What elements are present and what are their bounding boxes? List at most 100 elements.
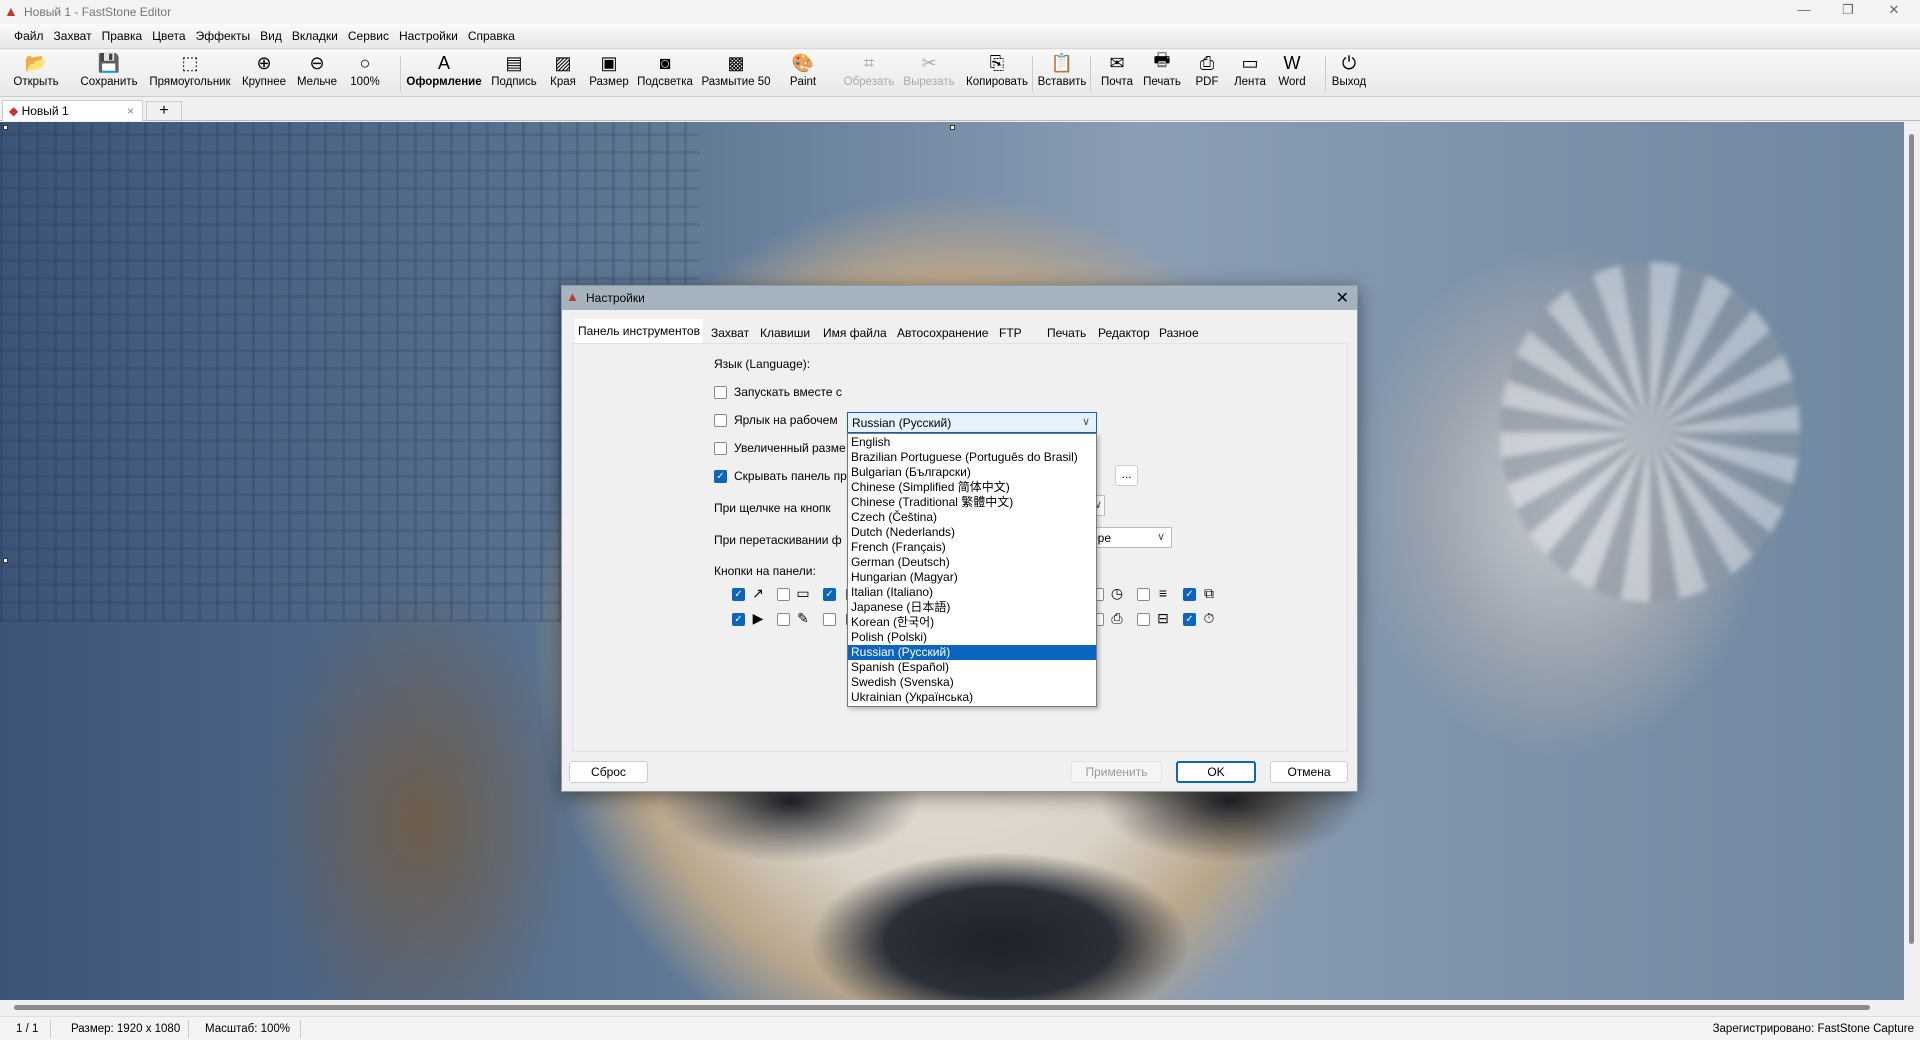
- scroll-thumb[interactable]: [14, 1005, 1870, 1010]
- toolbar-button-21[interactable]: W Word: [1278, 52, 1305, 89]
- menu-6[interactable]: Вкладки: [292, 29, 338, 43]
- minimize-button[interactable]: —: [1784, 2, 1824, 22]
- toolbar-button-3[interactable]: ⊕ Крупнее: [242, 52, 286, 89]
- new-tab-button[interactable]: +: [146, 101, 182, 121]
- toolbar-button-1[interactable]: 💾 Сохранить: [80, 52, 137, 89]
- toolbar-button-10[interactable]: ◙ Подсветка: [637, 52, 693, 89]
- toolbar-button-checkbox[interactable]: [777, 588, 790, 601]
- menu-0[interactable]: Файл: [14, 29, 44, 43]
- dialog-tab-3[interactable]: Имя файла: [820, 323, 890, 343]
- option-checkbox[interactable]: [714, 386, 727, 399]
- dialog-tab-2[interactable]: Клавиши: [757, 323, 813, 343]
- language-option[interactable]: Ukrainian (Українська): [848, 690, 1096, 705]
- dialog-tab-6[interactable]: Печать: [1044, 323, 1089, 343]
- toolbar-button-2[interactable]: ⬚ Прямоугольник: [149, 52, 230, 89]
- option-checkbox[interactable]: ✓: [714, 470, 727, 483]
- vertical-scrollbar[interactable]: [1904, 122, 1920, 1000]
- language-option[interactable]: Swedish (Svenska): [848, 675, 1096, 690]
- toolbar-button-checkbox[interactable]: [777, 613, 790, 626]
- language-dropdown-list[interactable]: English Brazilian Portuguese (Português d…: [847, 433, 1097, 707]
- cancel-button[interactable]: Отмена: [1270, 761, 1348, 783]
- toolbar-button-22[interactable]: ⏻ Выход: [1332, 52, 1366, 89]
- menu-3[interactable]: Цвета: [152, 29, 185, 43]
- toolbar-button-9[interactable]: ▣ Размер: [589, 52, 629, 89]
- apply-button[interactable]: Применить: [1071, 761, 1162, 783]
- toolbar-button-15[interactable]: ⎘ Копировать: [966, 52, 1028, 89]
- menu-7[interactable]: Сервис: [348, 29, 389, 43]
- option-checkbox[interactable]: [714, 414, 727, 427]
- dialog-tab-5[interactable]: FTP: [996, 323, 1025, 343]
- menu-1[interactable]: Захват: [54, 29, 92, 43]
- toolbar-button-17[interactable]: ✉ Почта: [1101, 52, 1133, 89]
- language-option[interactable]: Korean (한국어): [848, 615, 1096, 630]
- toolbar-button-8[interactable]: ▨ Края: [550, 52, 576, 89]
- tab-new-1[interactable]: ◆ Новый 1 ×: [2, 100, 143, 121]
- dialog-close-button[interactable]: ✕: [1336, 288, 1349, 308]
- scroll-thumb[interactable]: [1909, 134, 1914, 944]
- language-option[interactable]: French (Français): [848, 540, 1096, 555]
- language-option[interactable]: Czech (Čeština): [848, 510, 1096, 525]
- language-option[interactable]: Chinese (Traditional 繁體中文): [848, 495, 1096, 510]
- language-option[interactable]: German (Deutsch): [848, 555, 1096, 570]
- language-option[interactable]: Hungarian (Magyar): [848, 570, 1096, 585]
- close-button[interactable]: ✕: [1874, 2, 1914, 22]
- toolbar-button-checkbox[interactable]: ✓: [823, 588, 836, 601]
- toolbar-button-20[interactable]: ▭ Лента: [1234, 52, 1266, 89]
- resize-handle[interactable]: [950, 125, 955, 130]
- language-option[interactable]: Polish (Polski): [848, 630, 1096, 645]
- menu-9[interactable]: Справка: [468, 29, 515, 43]
- toolbar-label: Размер: [589, 76, 629, 88]
- dialog-tab-7[interactable]: Редактор: [1095, 323, 1153, 343]
- language-option[interactable]: Dutch (Nederlands): [848, 525, 1096, 540]
- maximize-button[interactable]: ❐: [1828, 2, 1868, 22]
- menu-8[interactable]: Настройки: [399, 29, 458, 43]
- toolbar-button-14[interactable]: ✂ Вырезать: [903, 52, 954, 89]
- menu-4[interactable]: Эффекты: [196, 29, 251, 43]
- toolbar-button-checkbox[interactable]: ✓: [1183, 613, 1196, 626]
- toolbar-button-18[interactable]: 🖶 Печать: [1143, 50, 1181, 88]
- resize-handle[interactable]: [3, 558, 8, 563]
- toolbar-button-12[interactable]: 🎨 Paint: [790, 52, 816, 89]
- language-option[interactable]: Chinese (Simplified 简体中文): [848, 480, 1096, 495]
- reset-button[interactable]: Сброс: [569, 761, 648, 783]
- status-bar: 1 / 1 Размер: 1920 x 1080 Масштаб: 100% …: [0, 1016, 1920, 1040]
- dialog-tab-0[interactable]: Панель инструментов: [575, 319, 703, 343]
- toolbar-button-5[interactable]: ○ 100%: [350, 52, 379, 89]
- horizontal-scrollbar[interactable]: [0, 1000, 1920, 1016]
- toolbar-button-checkbox[interactable]: [1137, 613, 1150, 626]
- toolbar-label: Оформление: [406, 76, 482, 88]
- resize-handle[interactable]: [3, 125, 8, 130]
- menu-2[interactable]: Правка: [102, 29, 143, 43]
- toolbar-button-checkbox[interactable]: [823, 613, 836, 626]
- language-option[interactable]: Italian (Italiano): [848, 585, 1096, 600]
- toolbar-button-checkbox[interactable]: ✓: [1183, 588, 1196, 601]
- language-option[interactable]: Japanese (日本語): [848, 600, 1096, 615]
- tab-close-icon[interactable]: ×: [127, 104, 134, 118]
- toolbar-button-7[interactable]: ▤ Подпись: [491, 52, 537, 89]
- drag-action-select[interactable]: ope ∨: [1087, 527, 1172, 548]
- more-button[interactable]: ...: [1115, 465, 1138, 486]
- toolbar-button-checkbox[interactable]: ✓: [732, 588, 745, 601]
- ok-button[interactable]: OK: [1176, 761, 1256, 783]
- toolbar-button-11[interactable]: ▩ Размытие 50: [701, 52, 770, 89]
- dialog-tab-4[interactable]: Автосохранение: [894, 323, 991, 343]
- toolbar-button-19[interactable]: ⎙ PDF: [1195, 52, 1219, 89]
- toolbar-label: Вставить: [1037, 76, 1087, 88]
- toolbar-button-6[interactable]: A Оформление: [406, 52, 482, 89]
- toolbar-button-checkbox[interactable]: ✓: [732, 613, 745, 626]
- dialog-tab-8[interactable]: Разное: [1156, 323, 1202, 343]
- toolbar-button-0[interactable]: 📂 Открыть: [13, 52, 58, 89]
- language-option[interactable]: Russian (Русский): [848, 645, 1096, 660]
- toolbar-button-16[interactable]: 📋 Вставить: [1037, 52, 1087, 89]
- language-option[interactable]: Brazilian Portuguese (Português do Brasi…: [848, 450, 1096, 465]
- dialog-tab-1[interactable]: Захват: [708, 323, 752, 343]
- toolbar-button-checkbox[interactable]: [1137, 588, 1150, 601]
- language-option[interactable]: English: [848, 435, 1096, 450]
- language-select[interactable]: Russian (Русский) ∨: [847, 412, 1097, 433]
- language-option[interactable]: Spanish (Español): [848, 660, 1096, 675]
- option-checkbox[interactable]: [714, 442, 727, 455]
- toolbar-button-13[interactable]: ⌗ Обрезать: [844, 52, 895, 89]
- language-option[interactable]: Bulgarian (Български): [848, 465, 1096, 480]
- menu-5[interactable]: Вид: [260, 29, 282, 43]
- toolbar-button-4[interactable]: ⊖ Мельче: [297, 52, 337, 89]
